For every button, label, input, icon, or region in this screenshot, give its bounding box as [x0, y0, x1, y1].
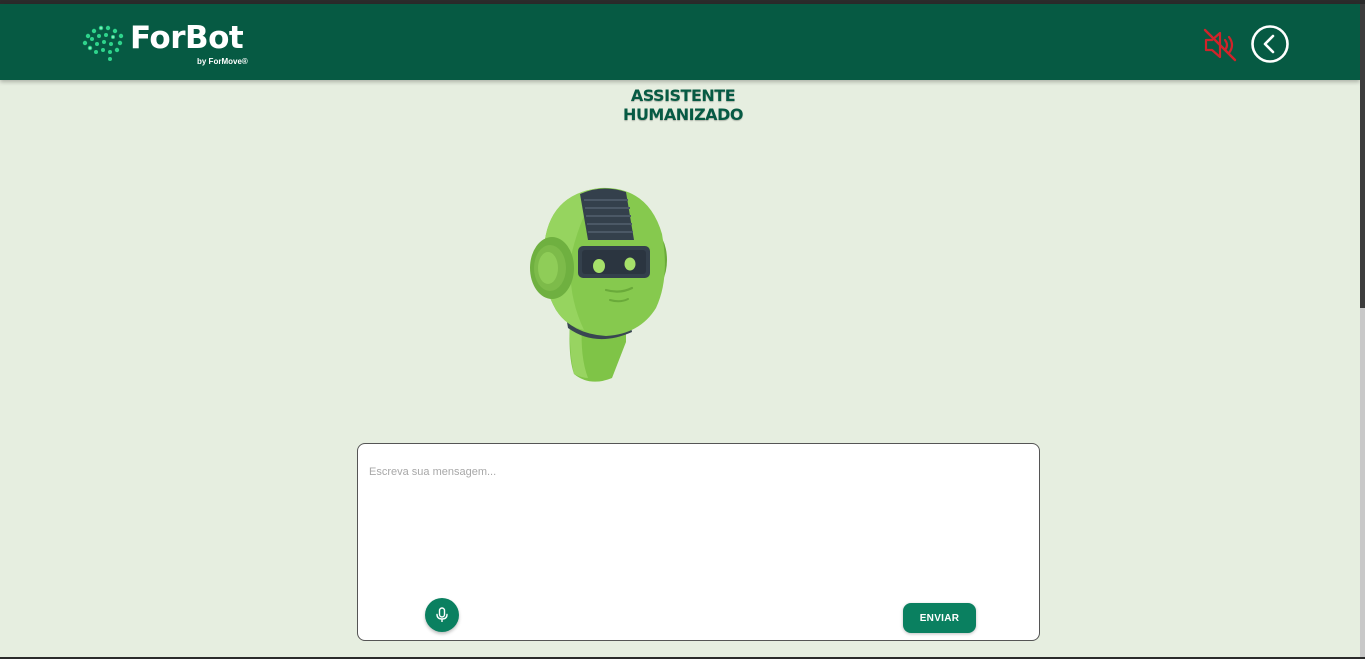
chat-composer: ENVIAR: [357, 443, 1040, 641]
microphone-button[interactable]: [425, 598, 459, 632]
mute-toggle-button[interactable]: [1201, 26, 1239, 64]
forbot-logo[interactable]: ForBot by ForMove®: [80, 20, 260, 72]
microphone-icon: [436, 607, 448, 622]
page-title: ASSISTENTE HUMANIZADO: [583, 86, 783, 124]
app-header: ForBot by ForMove®: [0, 4, 1360, 80]
speaker-muted-icon: [1203, 28, 1237, 62]
send-button[interactable]: ENVIAR: [903, 603, 976, 633]
brain-icon: [82, 25, 124, 61]
page-title-line-1: ASSISTENTE: [630, 86, 736, 105]
scrollbar-thumb[interactable]: [1360, 4, 1365, 308]
logo-name: ForBot: [130, 20, 244, 56]
robot-avatar: [530, 187, 667, 382]
message-input[interactable]: [369, 466, 1029, 596]
logo-subtitle: by ForMove®: [197, 57, 248, 66]
chevron-left-icon: [1251, 25, 1289, 63]
back-button[interactable]: [1250, 24, 1290, 64]
page-title-line-2: HUMANIZADO: [623, 105, 743, 124]
